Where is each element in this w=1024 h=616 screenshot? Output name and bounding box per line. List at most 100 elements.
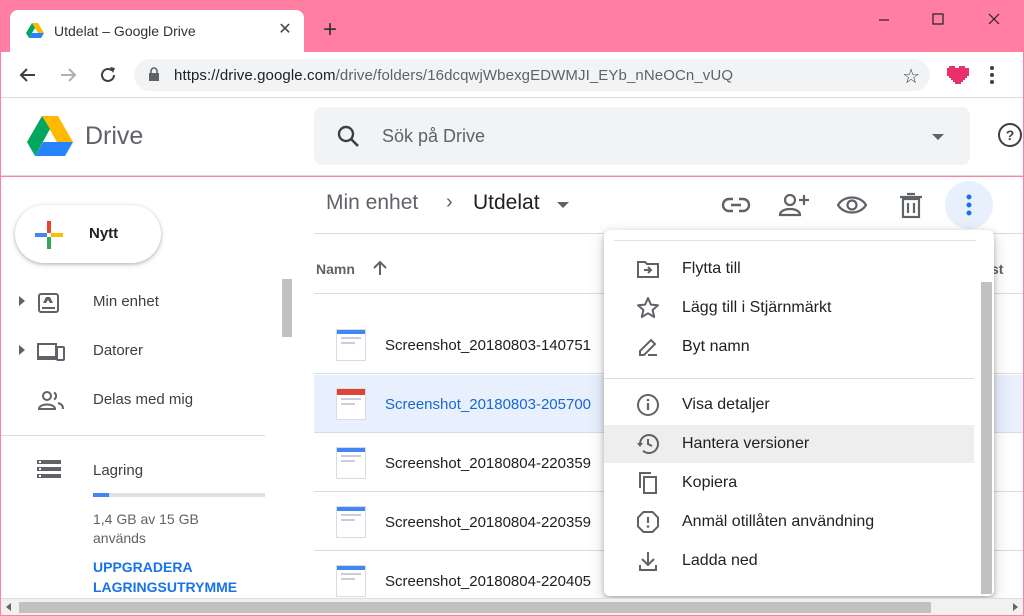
tab-title: Utdelat – Google Drive (54, 23, 196, 39)
get-link-icon[interactable] (720, 189, 752, 221)
storage-usage-bar (93, 493, 265, 497)
expand-arrow-icon[interactable] (19, 296, 25, 306)
sidebar-scrollbar[interactable] (282, 279, 292, 337)
drive-icon (38, 293, 59, 313)
plus-icon (35, 221, 63, 249)
drive-search-box[interactable]: Sök på Drive (314, 107, 970, 165)
menu-item-label: Byt namn (682, 338, 750, 355)
drive-content: Nytt Min enhet Datorer Delas med mig Lag… (1, 177, 1023, 598)
reload-icon[interactable] (97, 64, 119, 86)
file-name: Screenshot_20180804-220405 (385, 573, 592, 590)
download-icon (639, 552, 657, 571)
drive-logo-icon[interactable] (27, 116, 73, 156)
minimize-window-button[interactable] (870, 8, 898, 30)
people-icon (37, 391, 64, 410)
star-outline-icon[interactable]: ☆ (902, 64, 920, 89)
search-icon[interactable] (336, 124, 360, 148)
browser-tab[interactable]: Utdelat – Google Drive ✕ (10, 10, 304, 52)
storage-icon (37, 460, 61, 478)
file-thumbnail (336, 329, 366, 361)
scroll-left-arrow-icon[interactable] (6, 603, 11, 611)
kebab-menu-icon[interactable] (989, 64, 995, 86)
file-name: Screenshot_20180803-140751 (385, 337, 592, 354)
menu-item-add-star[interactable]: Lägg till i Stjärnmärkt (604, 289, 974, 327)
sidebar-divider (1, 435, 265, 436)
url-text: https://drive.google.com/drive/folders/1… (174, 67, 733, 84)
menu-item-label: Hantera versioner (682, 435, 810, 452)
report-icon (637, 511, 659, 533)
sidebar-item-label: Delas med mig (93, 391, 194, 408)
menu-item-label: Kopiera (682, 474, 738, 491)
menu-item-report-abuse[interactable]: Anmäl otillåten användning (604, 503, 974, 541)
sort-arrow-up-icon[interactable] (371, 259, 389, 277)
lock-icon (149, 67, 159, 81)
horizontal-scrollbar[interactable] (1, 598, 1023, 615)
menu-divider (604, 378, 974, 379)
computers-icon (37, 343, 65, 361)
history-icon (637, 434, 659, 454)
menu-item-label: Flytta till (682, 260, 741, 277)
star-icon (637, 297, 659, 318)
tab-close-button[interactable]: ✕ (276, 21, 294, 39)
share-add-person-icon[interactable] (778, 189, 810, 221)
drive-app-name[interactable]: Drive (85, 122, 143, 151)
drive-header: Drive Sök på Drive ? (1, 98, 1023, 176)
trash-icon[interactable] (895, 189, 927, 221)
url-host: https://drive.google.com (174, 67, 336, 84)
scroll-right-arrow-icon[interactable] (1013, 603, 1018, 611)
heart-extension-icon[interactable] (947, 64, 969, 84)
breadcrumb-my-drive[interactable]: Min enhet (326, 191, 418, 215)
menu-item-label: Visa detaljer (682, 396, 770, 413)
new-tab-button[interactable]: + (318, 18, 342, 42)
svg-text:?: ? (1006, 127, 1015, 143)
close-window-button[interactable] (980, 8, 1008, 30)
maximize-window-button[interactable] (924, 8, 952, 30)
search-options-dropdown-icon[interactable] (932, 134, 944, 140)
rename-icon (639, 338, 657, 356)
preview-eye-icon[interactable] (836, 189, 868, 221)
folder-dropdown-icon[interactable] (557, 202, 569, 208)
forward-arrow-icon[interactable] (57, 64, 79, 86)
storage-usage-text: 1,4 GB av 15 GB används (93, 511, 199, 546)
file-name: Screenshot_20180804-220359 (385, 455, 592, 472)
more-actions-button[interactable] (945, 181, 993, 229)
column-header-name[interactable]: Namn (316, 261, 355, 277)
copy-icon (639, 472, 657, 494)
search-placeholder: Sök på Drive (382, 126, 486, 146)
sidebar-item-my-drive[interactable]: Min enhet (1, 282, 271, 322)
breadcrumb-current-folder[interactable]: Utdelat (473, 191, 540, 215)
sidebar-item-shared-with-me[interactable]: Delas med mig (1, 380, 271, 420)
info-icon (637, 394, 659, 416)
browser-title-bar: Utdelat – Google Drive ✕ + (0, 0, 1024, 52)
menu-item-view-details[interactable]: Visa detaljer (604, 386, 974, 424)
menu-item-download[interactable]: Ladda ned (604, 542, 974, 580)
menu-item-rename[interactable]: Byt namn (604, 328, 974, 366)
expand-arrow-icon[interactable] (19, 345, 25, 355)
menu-item-label: Anmäl otillåten användning (682, 513, 875, 530)
horizontal-scroll-thumb[interactable] (19, 602, 931, 613)
file-thumbnail (336, 447, 366, 479)
more-vert-icon (966, 194, 972, 216)
drive-favicon-icon (26, 23, 44, 38)
menu-scrollbar[interactable] (981, 282, 992, 594)
storage-label[interactable]: Lagring (93, 462, 143, 479)
menu-item-label: Lägg till i Stjärnmärkt (682, 299, 832, 316)
menu-item-label: Ladda ned (682, 552, 758, 569)
url-path: /drive/folders/16dcqwjWbexgEDWMJI_EYb_nN… (335, 67, 734, 84)
menu-item-manage-versions[interactable]: Hantera versioner (604, 425, 974, 463)
address-bar[interactable]: https://drive.google.com/drive/folders/1… (134, 59, 930, 91)
breadcrumb-separator-icon: › (446, 191, 453, 213)
back-arrow-icon[interactable] (17, 64, 39, 86)
file-thumbnail (336, 565, 366, 597)
upgrade-storage-link[interactable]: UPPGRADERA LAGRINGSUTRYMME (93, 557, 263, 597)
more-actions-menu: Flytta till Lägg till i Stjärnmärkt Byt … (604, 230, 994, 596)
menu-item-move-to[interactable]: Flytta till (604, 250, 974, 288)
sidebar-item-label: Datorer (93, 342, 144, 359)
storage-usage-fill (93, 493, 109, 497)
browser-toolbar: https://drive.google.com/drive/folders/1… (1, 52, 1023, 98)
menu-top-divider (614, 240, 976, 241)
sidebar-item-computers[interactable]: Datorer (1, 331, 271, 371)
new-button[interactable]: Nytt (15, 205, 161, 263)
help-icon[interactable]: ? (997, 122, 1023, 148)
menu-item-copy[interactable]: Kopiera (604, 464, 974, 502)
